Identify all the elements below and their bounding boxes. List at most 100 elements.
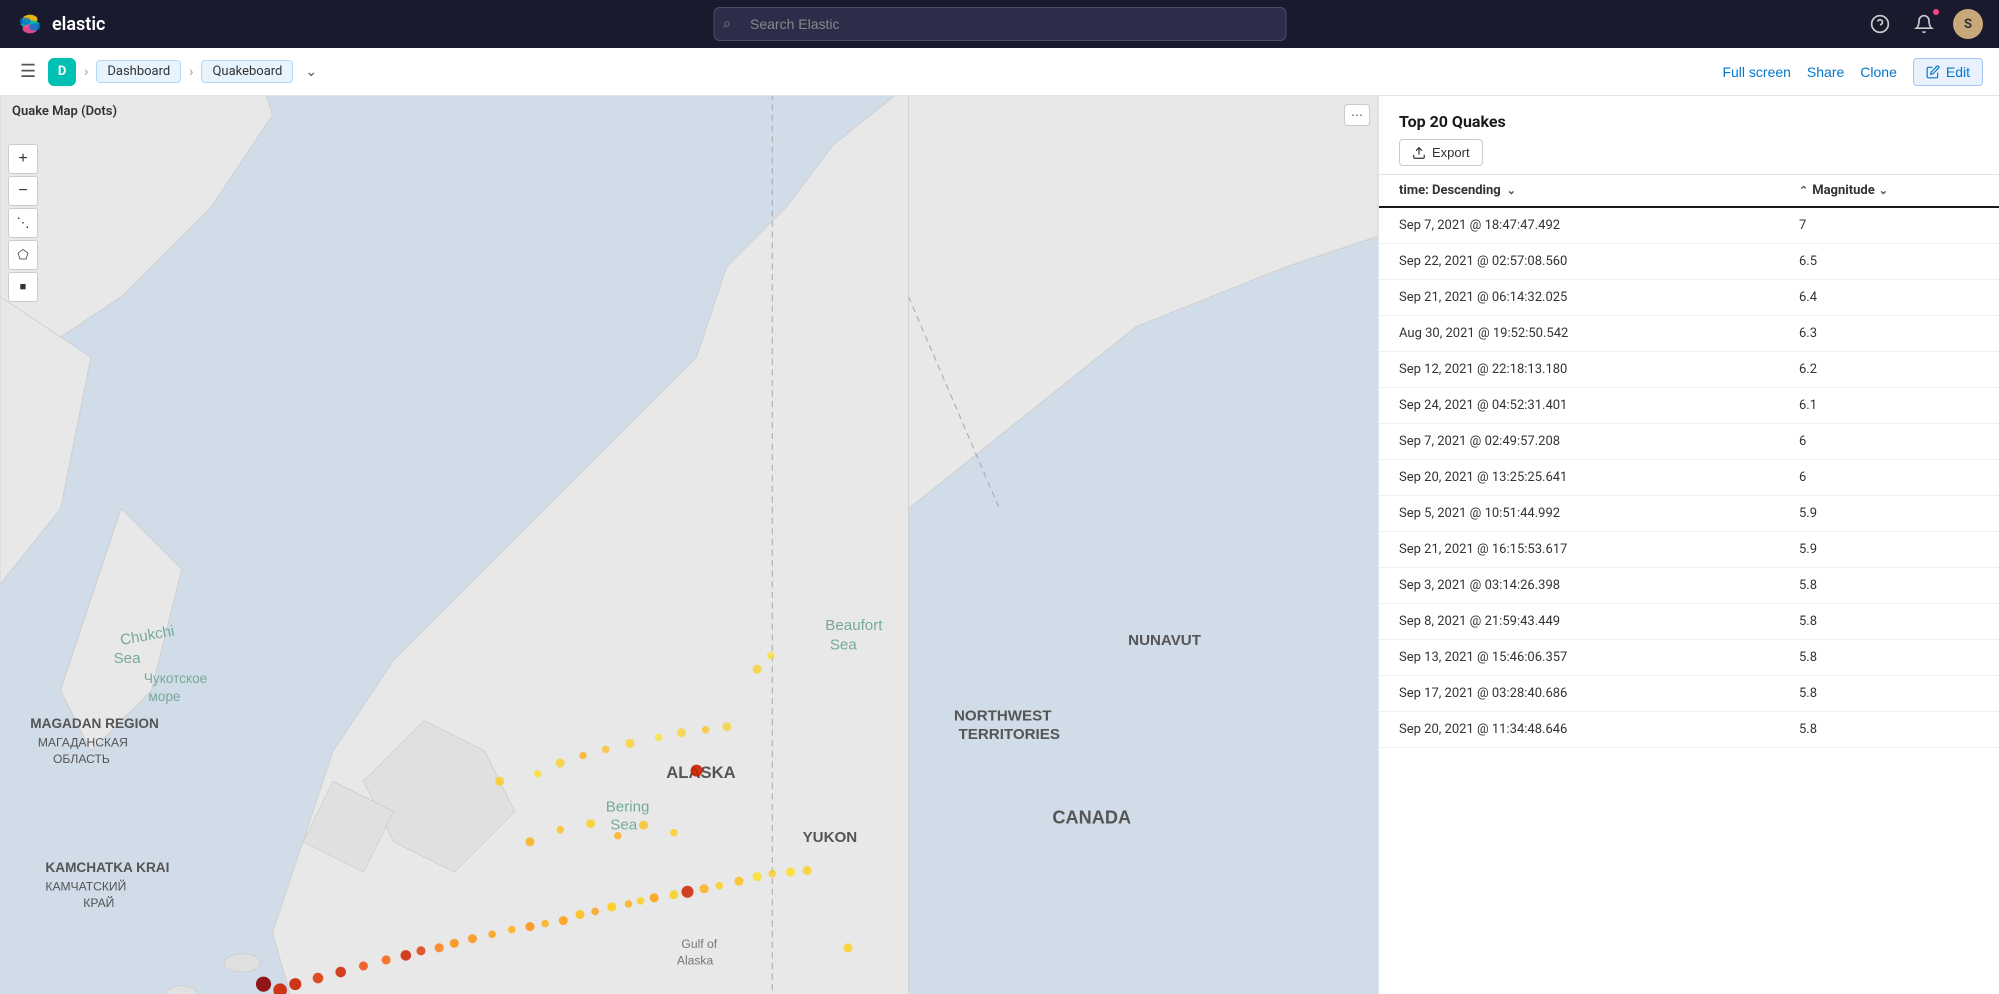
table-row[interactable]: Sep 7, 2021 @ 18:47:47.492 7 bbox=[1379, 208, 1999, 244]
table-row[interactable]: Sep 8, 2021 @ 21:59:43.449 5.8 bbox=[1379, 604, 1999, 640]
row-magnitude: 6.2 bbox=[1799, 362, 1979, 377]
row-magnitude: 5.9 bbox=[1799, 506, 1979, 521]
table-row[interactable]: Sep 20, 2021 @ 11:34:48.646 5.8 bbox=[1379, 712, 1999, 748]
row-time: Sep 5, 2021 @ 10:51:44.992 bbox=[1399, 506, 1799, 521]
row-magnitude: 7 bbox=[1799, 218, 1979, 233]
table-row[interactable]: Sep 3, 2021 @ 03:14:26.398 5.8 bbox=[1379, 568, 1999, 604]
svg-text:NORTHWEST: NORTHWEST bbox=[954, 708, 1052, 725]
column-header-magnitude[interactable]: ⌃ Magnitude ⌄ bbox=[1799, 183, 1979, 198]
row-magnitude: 5.8 bbox=[1799, 686, 1979, 701]
svg-text:MAGADAN REGION: MAGADAN REGION bbox=[30, 716, 159, 731]
row-magnitude: 5.8 bbox=[1799, 614, 1979, 629]
clone-button[interactable]: Clone bbox=[1860, 64, 1897, 80]
row-time: Sep 12, 2021 @ 22:18:13.180 bbox=[1399, 362, 1799, 377]
share-button[interactable]: Share bbox=[1807, 64, 1844, 80]
table-row[interactable]: Sep 22, 2021 @ 02:57:08.560 6.5 bbox=[1379, 244, 1999, 280]
svg-text:Bering: Bering bbox=[606, 799, 650, 816]
row-time: Sep 20, 2021 @ 11:34:48.646 bbox=[1399, 722, 1799, 737]
svg-text:CANADA: CANADA bbox=[1052, 808, 1131, 828]
edit-button[interactable]: Edit bbox=[1913, 58, 1983, 86]
notifications-icon[interactable] bbox=[1909, 9, 1939, 39]
zoom-out-button[interactable]: − bbox=[8, 176, 38, 206]
table-row[interactable]: Aug 30, 2021 @ 19:52:50.542 6.3 bbox=[1379, 316, 1999, 352]
help-icon[interactable] bbox=[1865, 9, 1895, 39]
sort-asc-icon: ⌃ bbox=[1799, 184, 1808, 197]
svg-text:КАМЧАТСКИЙ: КАМЧАТСКИЙ bbox=[45, 878, 126, 893]
sort-desc-icon: ⌄ bbox=[1507, 184, 1516, 197]
table-row[interactable]: Sep 20, 2021 @ 13:25:25.641 6 bbox=[1379, 460, 1999, 496]
row-magnitude: 5.8 bbox=[1799, 722, 1979, 737]
elastic-logo-icon bbox=[16, 10, 44, 38]
breadcrumb-dashboard[interactable]: Dashboard bbox=[96, 60, 181, 83]
search-container: ⌕ bbox=[713, 7, 1286, 41]
breadcrumb-quakeboard[interactable]: Quakeboard bbox=[201, 60, 293, 83]
row-magnitude: 5.9 bbox=[1799, 542, 1979, 557]
row-time: Sep 21, 2021 @ 16:15:53.617 bbox=[1399, 542, 1799, 557]
row-time: Sep 20, 2021 @ 13:25:25.641 bbox=[1399, 470, 1799, 485]
user-avatar[interactable]: S bbox=[1953, 9, 1983, 39]
breadcrumb-chevron-icon[interactable]: ⌄ bbox=[301, 60, 321, 84]
table-row[interactable]: Sep 12, 2021 @ 22:18:13.180 6.2 bbox=[1379, 352, 1999, 388]
notification-badge bbox=[1931, 7, 1941, 17]
row-magnitude: 6 bbox=[1799, 470, 1979, 485]
zoom-in-button[interactable]: + bbox=[8, 144, 38, 174]
table-row[interactable]: Sep 24, 2021 @ 04:52:31.401 6.1 bbox=[1379, 388, 1999, 424]
row-time: Aug 30, 2021 @ 19:52:50.542 bbox=[1399, 326, 1799, 341]
search-icon: ⌕ bbox=[723, 16, 731, 32]
nav-right: S bbox=[1865, 9, 1983, 39]
svg-text:Sea: Sea bbox=[830, 636, 858, 653]
svg-text:TERRITORIES: TERRITORIES bbox=[959, 726, 1060, 743]
table-row[interactable]: Sep 5, 2021 @ 10:51:44.992 5.9 bbox=[1379, 496, 1999, 532]
export-icon bbox=[1412, 146, 1426, 160]
row-magnitude: 5.8 bbox=[1799, 650, 1979, 665]
menu-toggle-button[interactable]: ☰ bbox=[16, 57, 40, 86]
map-visualization: Chukchi Sea Чукотское море Beaufort Sea … bbox=[0, 96, 1378, 994]
map-options-button[interactable]: ⋯ bbox=[1344, 104, 1370, 126]
row-time: Sep 17, 2021 @ 03:28:40.686 bbox=[1399, 686, 1799, 701]
export-label: Export bbox=[1432, 145, 1470, 160]
svg-text:КРАЙ: КРАЙ bbox=[83, 895, 114, 910]
table-row[interactable]: Sep 21, 2021 @ 16:15:53.617 5.9 bbox=[1379, 532, 1999, 568]
table-row[interactable]: Sep 7, 2021 @ 02:49:57.208 6 bbox=[1379, 424, 1999, 460]
map-controls: + − ⋱ ⬠ ■ bbox=[8, 144, 38, 302]
rectangle-tool-button[interactable]: ■ bbox=[8, 272, 38, 302]
main-content: Quake Map (Dots) ⋯ + − ⋱ ⬠ ■ bbox=[0, 96, 1999, 994]
magnitude-col-label: Magnitude bbox=[1812, 183, 1875, 198]
row-time: Sep 21, 2021 @ 06:14:32.025 bbox=[1399, 290, 1799, 305]
column-header-time[interactable]: time: Descending ⌄ bbox=[1399, 183, 1799, 198]
full-screen-button[interactable]: Full screen bbox=[1722, 64, 1790, 80]
row-magnitude: 6 bbox=[1799, 434, 1979, 449]
map-panel: Quake Map (Dots) ⋯ + − ⋱ ⬠ ■ bbox=[0, 96, 1379, 994]
table-title: Top 20 Quakes bbox=[1379, 96, 1999, 139]
breadcrumb-d-icon: D bbox=[48, 58, 76, 86]
svg-text:Sea: Sea bbox=[114, 650, 142, 667]
table-header: time: Descending ⌄ ⌃ Magnitude ⌄ bbox=[1379, 174, 1999, 208]
svg-text:Beaufort: Beaufort bbox=[825, 617, 883, 634]
svg-text:KAMCHATKA KRAI: KAMCHATKA KRAI bbox=[45, 860, 169, 875]
table-row[interactable]: Sep 17, 2021 @ 03:28:40.686 5.8 bbox=[1379, 676, 1999, 712]
svg-text:ОБЛАСТЬ: ОБЛАСТЬ bbox=[53, 752, 110, 766]
edit-icon bbox=[1926, 65, 1940, 79]
breadcrumb-separator-2: › bbox=[189, 64, 193, 80]
top-navigation: elastic ⌕ S bbox=[0, 0, 1999, 48]
svg-text:Чукотское: Чукотское bbox=[144, 671, 207, 686]
breadcrumb-bar: ☰ D › Dashboard › Quakeboard ⌄ Full scre… bbox=[0, 48, 1999, 96]
svg-text:Gulf of: Gulf of bbox=[681, 937, 717, 951]
elastic-logo[interactable]: elastic bbox=[16, 10, 105, 38]
row-time: Sep 24, 2021 @ 04:52:31.401 bbox=[1399, 398, 1799, 413]
table-row[interactable]: Sep 21, 2021 @ 06:14:32.025 6.4 bbox=[1379, 280, 1999, 316]
select-tool-button[interactable]: ⋱ bbox=[8, 208, 38, 238]
breadcrumb-actions: Full screen Share Clone Edit bbox=[1722, 58, 1983, 86]
row-time: Sep 7, 2021 @ 18:47:47.492 bbox=[1399, 218, 1799, 233]
search-input[interactable] bbox=[713, 7, 1286, 41]
svg-text:YUKON: YUKON bbox=[803, 829, 858, 846]
table-panel: Top 20 Quakes Export time: Descending ⌄ … bbox=[1379, 96, 1999, 994]
polygon-tool-button[interactable]: ⬠ bbox=[8, 240, 38, 270]
table-body: Sep 7, 2021 @ 18:47:47.492 7 Sep 22, 202… bbox=[1379, 208, 1999, 994]
svg-text:Alaska: Alaska bbox=[677, 953, 714, 967]
export-button[interactable]: Export bbox=[1399, 139, 1483, 166]
row-magnitude: 6.3 bbox=[1799, 326, 1979, 341]
row-magnitude: 5.8 bbox=[1799, 578, 1979, 593]
row-time: Sep 22, 2021 @ 02:57:08.560 bbox=[1399, 254, 1799, 269]
table-row[interactable]: Sep 13, 2021 @ 15:46:06.357 5.8 bbox=[1379, 640, 1999, 676]
